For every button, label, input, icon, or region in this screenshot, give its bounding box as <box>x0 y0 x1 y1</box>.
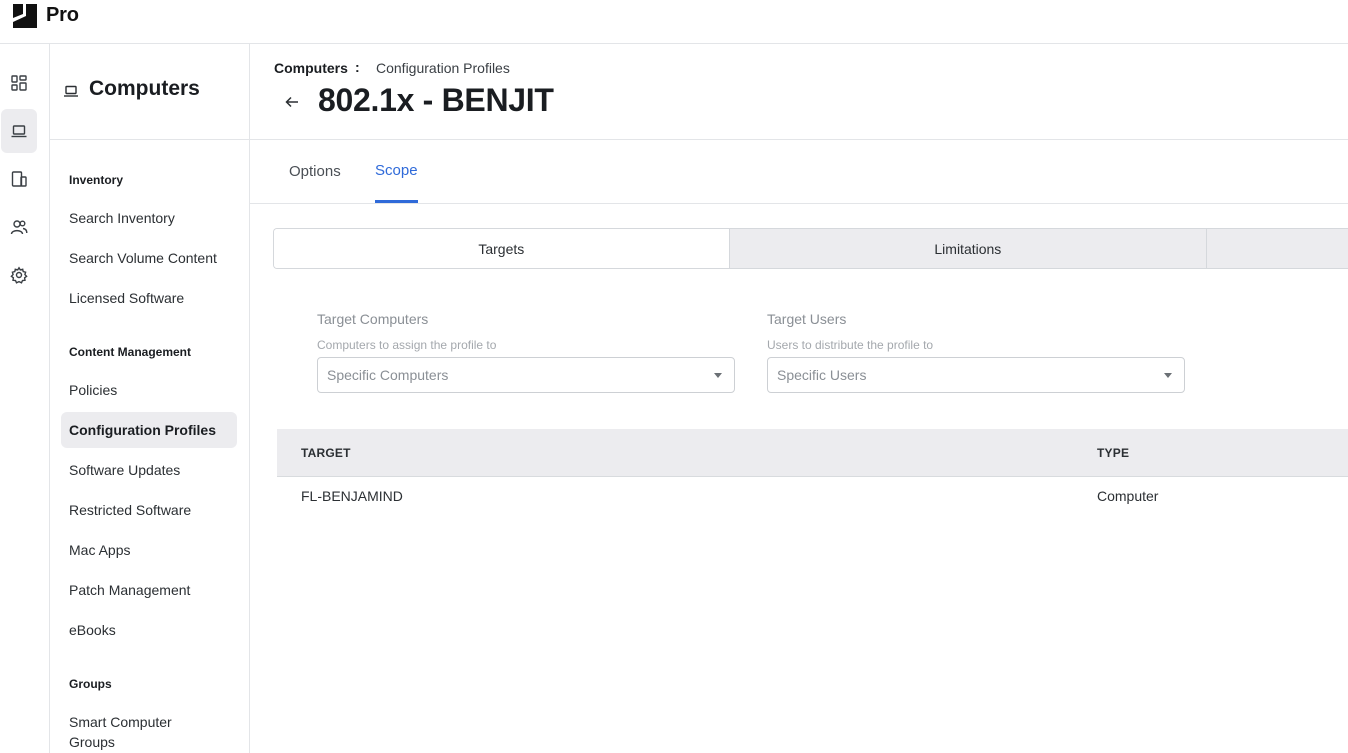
target-computers-value: Specific Computers <box>327 367 449 383</box>
sidebar-item-ebooks[interactable]: eBooks <box>61 612 237 648</box>
target-computers-select[interactable]: Specific Computers <box>317 357 735 393</box>
breadcrumb-separator: : <box>355 59 360 75</box>
target-users-help: Users to distribute the profile to <box>767 338 934 352</box>
jamf-logo-icon[interactable] <box>12 3 38 29</box>
page-title: 802.1x - BENJIT <box>318 82 554 118</box>
cell-target: FL-BENJAMIND <box>301 488 403 504</box>
group-label-groups: Groups <box>69 677 112 691</box>
sidebar-item-restricted-software[interactable]: Restricted Software <box>61 492 237 528</box>
sidebar-item-policies[interactable]: Policies <box>61 372 237 408</box>
cell-type: Computer <box>1097 488 1159 504</box>
section-sidebar: Computers Inventory Search Inventory Sea… <box>50 44 250 753</box>
brand-name: Pro <box>46 4 79 26</box>
top-bar: Pro <box>0 0 1348 44</box>
target-computers-help: Computers to assign the profile to <box>317 338 497 352</box>
laptop-icon <box>11 125 27 138</box>
devices-icon <box>11 171 27 187</box>
sidebar-item-search-volume-content[interactable]: Search Volume Content <box>61 240 237 276</box>
rail-dashboard[interactable] <box>1 61 37 105</box>
sidebar-item-search-inventory[interactable]: Search Inventory <box>61 200 237 236</box>
group-label-inventory: Inventory <box>69 173 124 187</box>
main-content: Computers : Configuration Profiles 802.1… <box>250 44 1348 753</box>
segment-targets[interactable]: Targets <box>274 229 729 268</box>
sidebar-title: Computers <box>89 77 200 100</box>
sidebar-item-smart-computer-groups[interactable]: Smart Computer Groups <box>61 710 191 753</box>
arrow-left-icon <box>285 96 298 108</box>
rail-users[interactable] <box>1 205 37 249</box>
target-computers-label: Target Computers <box>317 311 429 327</box>
sidebar-item-mac-apps[interactable]: Mac Apps <box>61 532 237 568</box>
target-users-label: Target Users <box>767 311 847 327</box>
dashboard-icon <box>11 75 27 91</box>
column-header-target[interactable]: TARGET <box>301 446 351 460</box>
back-button[interactable] <box>282 92 302 112</box>
gear-icon <box>10 266 28 284</box>
sidebar-item-licensed-software[interactable]: Licensed Software <box>61 280 237 316</box>
sidebar-item-configuration-profiles[interactable]: Configuration Profiles <box>61 412 237 448</box>
chevron-down-icon <box>1164 373 1172 378</box>
page-header: Computers : Configuration Profiles 802.1… <box>250 44 1348 140</box>
sidebar-header: Computers <box>50 44 249 140</box>
column-header-type[interactable]: TYPE <box>1097 446 1129 460</box>
breadcrumb-root[interactable]: Computers <box>274 60 348 76</box>
targets-table: TARGET TYPE FL-BENJAMIND Computer <box>277 429 1348 515</box>
tab-options[interactable]: Options <box>289 140 341 203</box>
table-header: TARGET TYPE <box>277 429 1348 477</box>
sidebar-item-software-updates[interactable]: Software Updates <box>61 452 237 488</box>
target-users-value: Specific Users <box>777 367 867 383</box>
segment-exclusions[interactable] <box>1206 229 1348 268</box>
laptop-icon <box>64 85 78 97</box>
icon-rail <box>0 44 50 753</box>
tab-scope[interactable]: Scope <box>375 140 418 203</box>
rail-computers[interactable] <box>1 109 37 153</box>
target-users-select[interactable]: Specific Users <box>767 357 1185 393</box>
breadcrumb-current[interactable]: Configuration Profiles <box>376 60 510 76</box>
group-label-content-management: Content Management <box>69 345 192 359</box>
sidebar-item-patch-management[interactable]: Patch Management <box>61 572 237 608</box>
users-icon <box>10 220 28 235</box>
rail-devices[interactable] <box>1 157 37 201</box>
scope-segmented-control: Targets Limitations <box>273 228 1348 269</box>
chevron-down-icon <box>714 373 722 378</box>
segment-limitations[interactable]: Limitations <box>728 229 1207 268</box>
rail-settings[interactable] <box>1 253 37 297</box>
tab-bar: Options Scope <box>250 140 1348 204</box>
table-row[interactable]: FL-BENJAMIND Computer <box>277 477 1348 515</box>
